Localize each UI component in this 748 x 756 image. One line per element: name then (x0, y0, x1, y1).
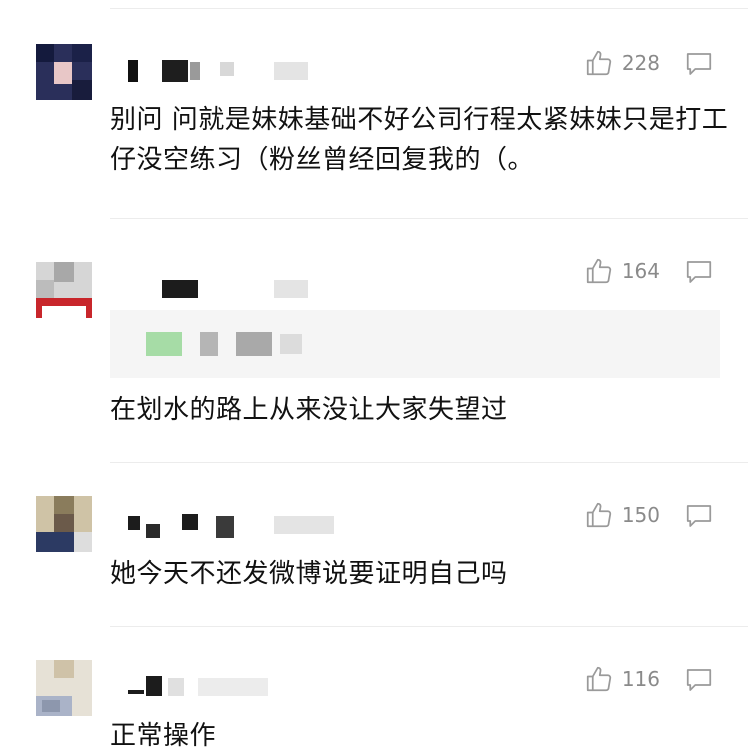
like-button[interactable]: 164 (584, 256, 660, 286)
comment-text: 她今天不还发微博说要证明自己吗 (110, 559, 508, 589)
comment-text: 正常操作 (110, 721, 217, 751)
quoted-reply-redacted (110, 310, 720, 378)
comment-icon[interactable] (684, 50, 714, 78)
like-count: 228 (621, 51, 660, 75)
comment-item: 164 在划水的路上从来没让大家失望过 (0, 218, 748, 462)
like-button[interactable]: 150 (584, 500, 660, 530)
thumbs-up-icon (586, 258, 611, 284)
comment-icon[interactable] (684, 258, 714, 286)
username-redacted (128, 676, 328, 698)
username-redacted (128, 280, 328, 302)
avatar[interactable] (36, 496, 92, 552)
like-button[interactable]: 116 (584, 664, 660, 694)
comment-icon[interactable] (684, 502, 714, 530)
comment-icon[interactable] (684, 666, 714, 694)
thumbs-up-icon (586, 666, 611, 692)
avatar[interactable] (36, 44, 92, 100)
like-count: 164 (621, 259, 660, 283)
comment-item: 116 正常操作 (0, 626, 748, 756)
avatar[interactable] (36, 262, 92, 318)
like-count: 116 (621, 667, 660, 691)
comment-item: 150 她今天不还发微博说要证明自己吗 (0, 462, 748, 626)
comment-text: 在划水的路上从来没让大家失望过 (110, 395, 508, 425)
username-redacted (128, 514, 368, 538)
like-button[interactable]: 228 (584, 48, 660, 78)
comment-item: 228 别问 问就是妹妹基础不好公司行程太紧妹妹只是打工仔没空练习（粉丝曾经回复… (0, 0, 748, 218)
thumbs-up-icon (586, 50, 611, 76)
avatar[interactable] (36, 660, 92, 716)
comment-text: 别问 问就是妹妹基础不好公司行程太紧妹妹只是打工仔没空练习（粉丝曾经回复我的（。 (110, 105, 729, 175)
thumbs-up-icon (586, 502, 611, 528)
username-redacted (128, 60, 328, 82)
like-count: 150 (621, 503, 660, 527)
